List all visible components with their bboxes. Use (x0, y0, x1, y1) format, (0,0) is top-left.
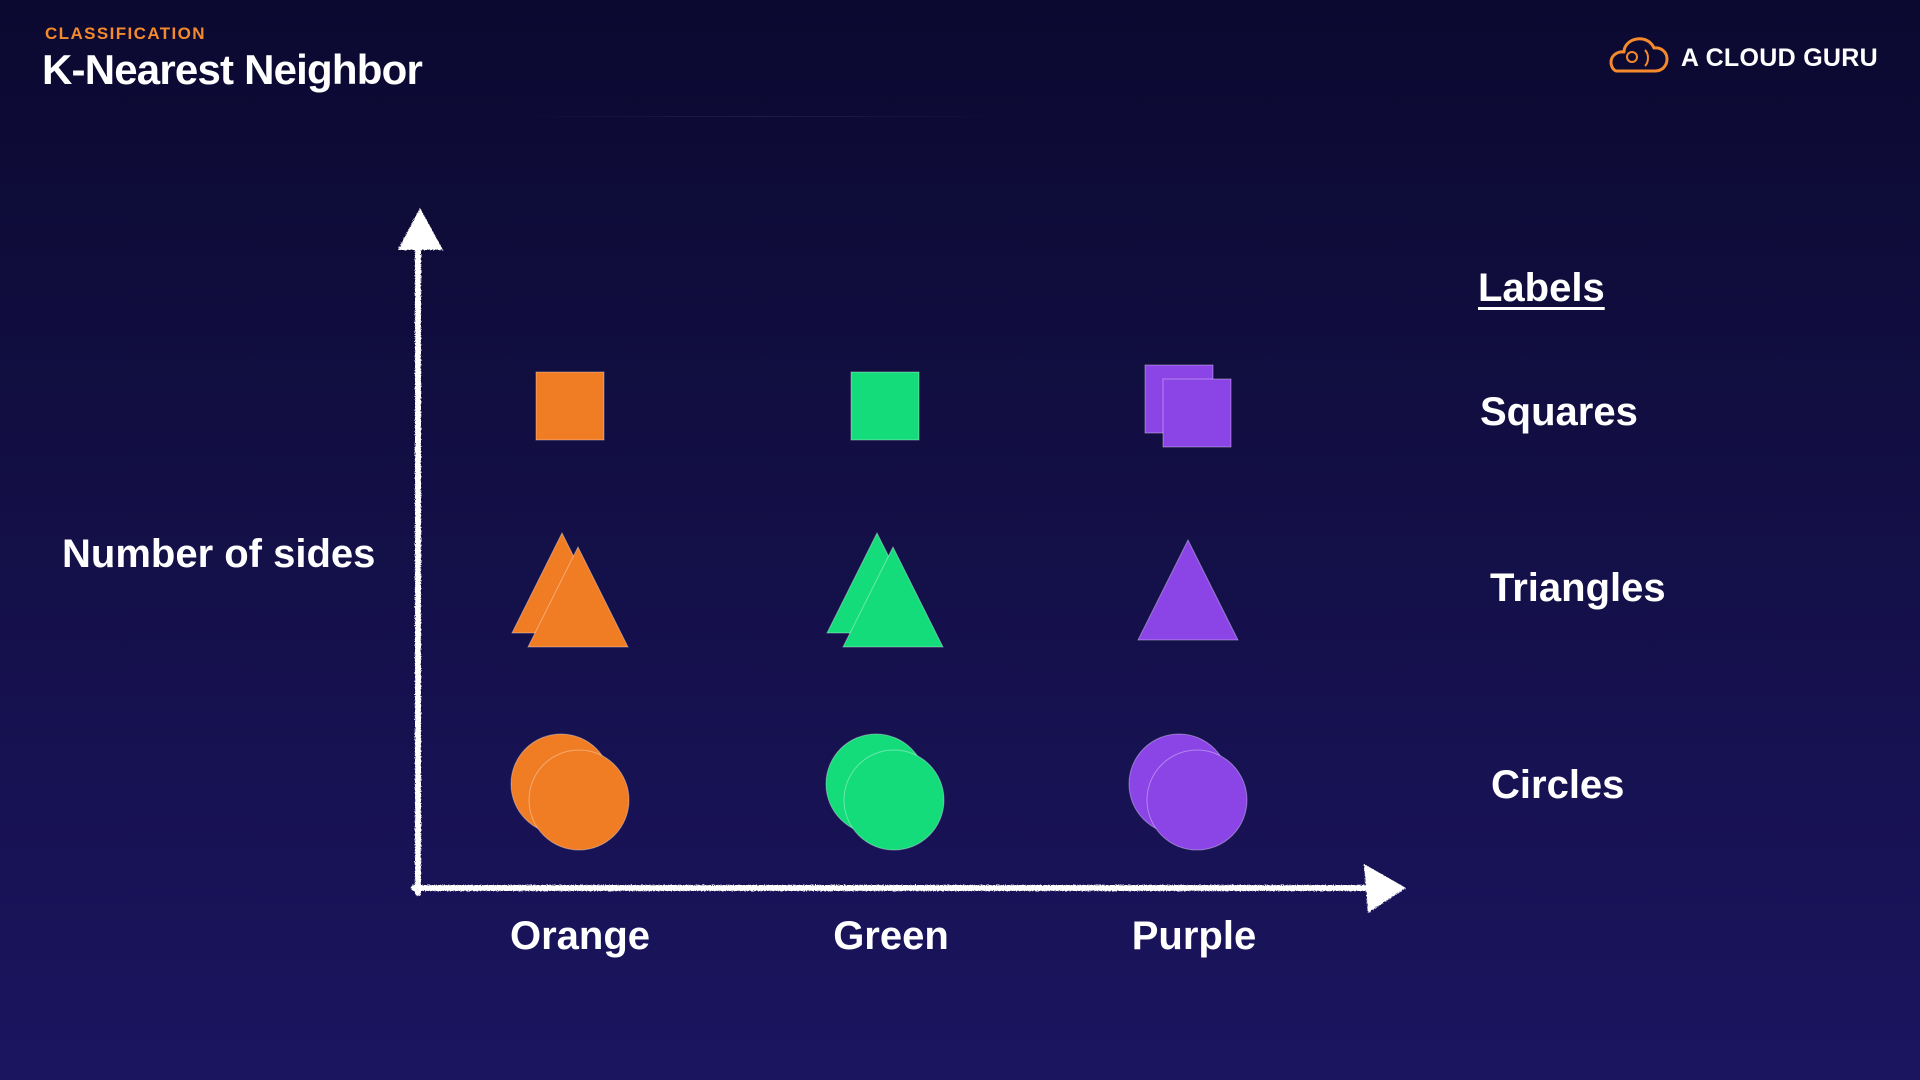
purple-square-2 (1162, 378, 1232, 448)
x-category-green: Green (833, 914, 949, 958)
label-triangles: Triangles (1490, 566, 1666, 610)
green-square-1 (850, 371, 920, 441)
label-circles: Circles (1491, 763, 1625, 807)
label-squares: Squares (1480, 390, 1638, 434)
purple-circle-2 (1146, 749, 1248, 851)
y-axis-label: Number of sides (62, 532, 376, 576)
x-axis-arrowhead (1364, 864, 1406, 913)
x-category-orange: Orange (509, 914, 651, 958)
y-axis-arrowhead (398, 208, 443, 250)
orange-circle-2 (528, 749, 630, 851)
green-circle-2 (843, 749, 945, 851)
labels-heading: Labels (1478, 266, 1605, 310)
purple-triangle-1 (1137, 538, 1239, 641)
orange-square-1 (535, 371, 605, 441)
x-category-purple: Purple (1131, 914, 1257, 958)
